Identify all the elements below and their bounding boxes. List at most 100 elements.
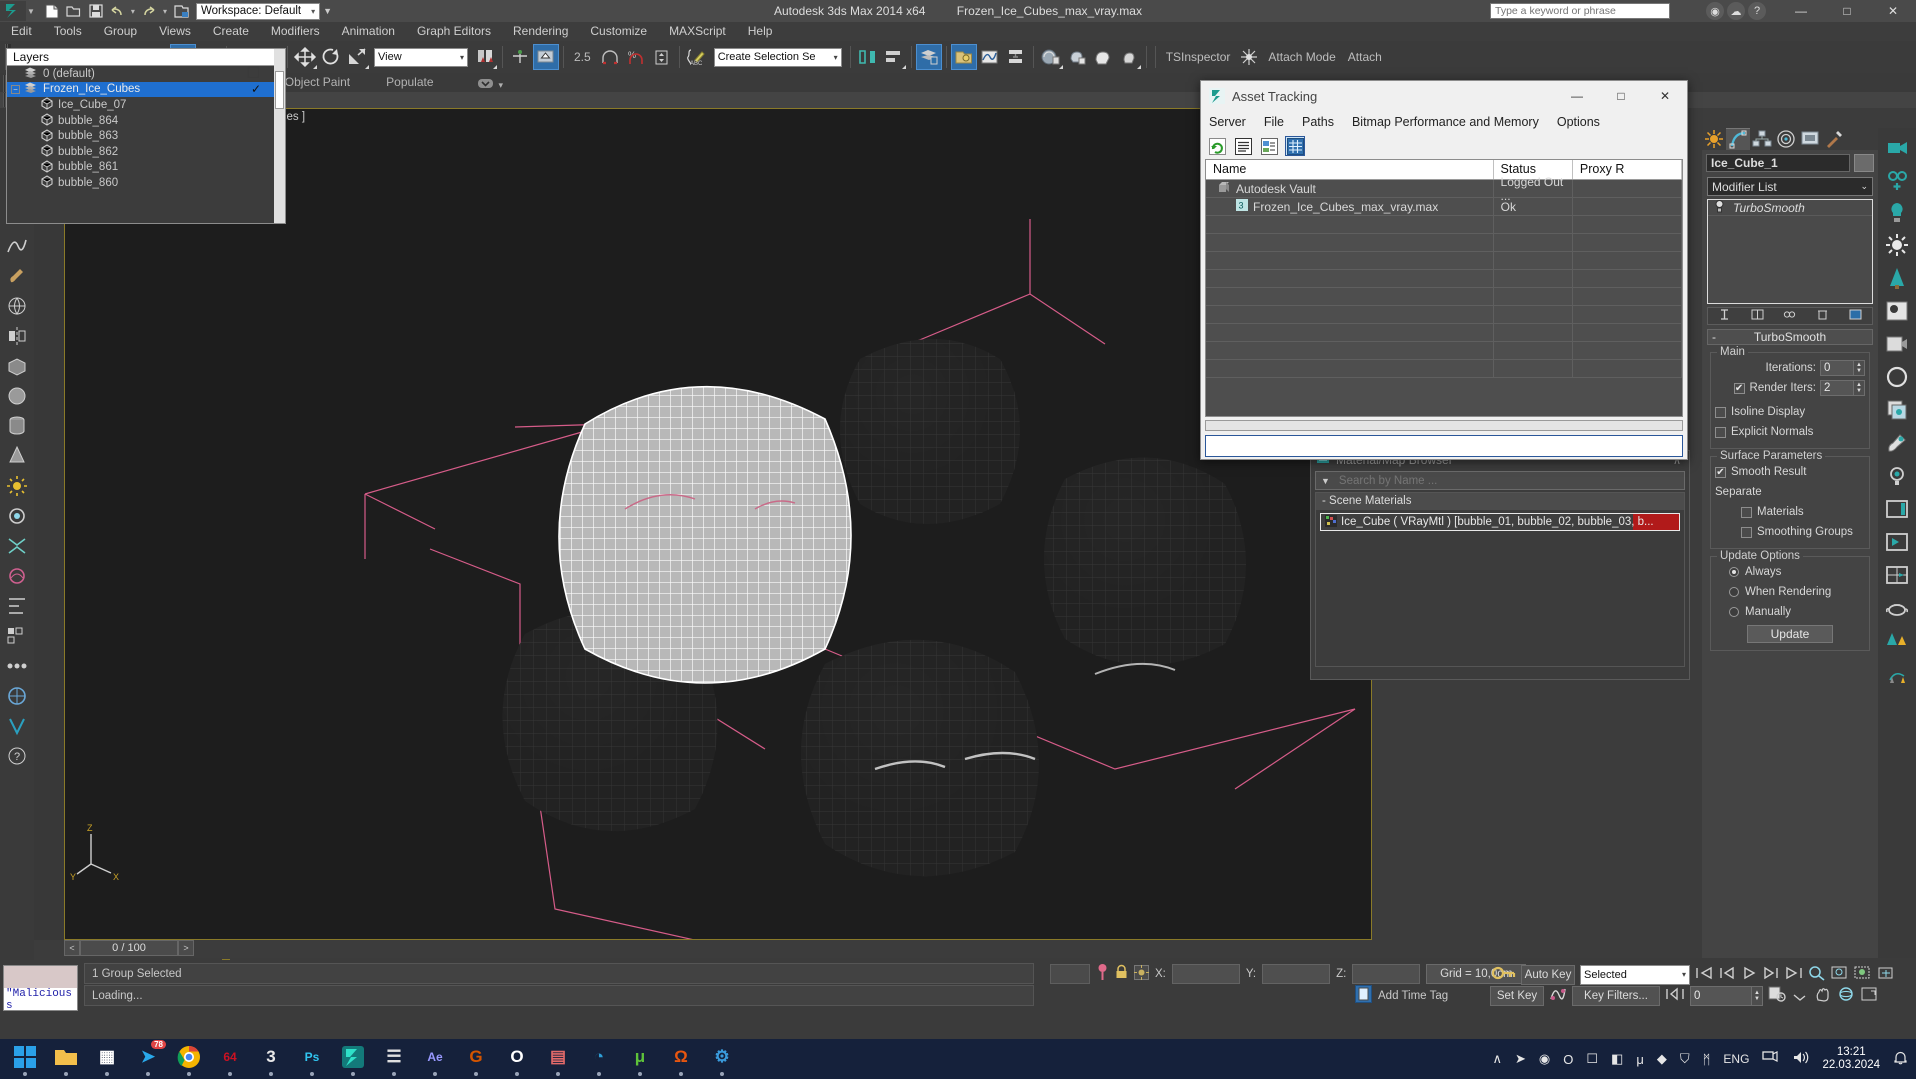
render-production-icon[interactable] — [1116, 44, 1142, 70]
office-icon[interactable]: ▦ — [92, 1042, 122, 1076]
scene-materials-group[interactable]: - Scene Materials — [1316, 493, 1684, 510]
refresh-icon[interactable] — [1207, 136, 1227, 156]
settings-icon[interactable]: ⚙ — [707, 1042, 737, 1076]
maximize-viewport-toggle-icon[interactable] — [1860, 986, 1878, 1005]
menu-item-tools[interactable]: Tools — [43, 22, 93, 41]
light-bulb-rail-icon[interactable] — [1882, 197, 1912, 227]
play-rail-icon[interactable] — [1882, 527, 1912, 557]
render-iters-arrows-icon[interactable]: ▲ ▼ — [1854, 380, 1865, 396]
layers-rail-icon[interactable] — [1882, 395, 1912, 425]
layer-row[interactable]: 0 (default) — [7, 66, 285, 82]
menu-item-help[interactable]: Help — [737, 22, 784, 41]
asset-row-empty[interactable] — [1206, 288, 1683, 306]
open-file-icon[interactable] — [64, 2, 84, 21]
array-icon[interactable] — [3, 622, 31, 650]
material-item-ice-cube[interactable]: Ice_Cube ( VRayMtl ) [bubble_01, bubble_… — [1320, 513, 1680, 531]
layer-row[interactable]: bubble_860 — [7, 175, 285, 191]
asset-row-empty[interactable] — [1206, 270, 1683, 288]
modifier-stack-item[interactable]: TurboSmooth — [1708, 199, 1872, 216]
photoshop-icon[interactable]: Ps — [297, 1042, 327, 1076]
redo-dropdown-icon[interactable]: ▾ — [163, 7, 167, 16]
next-frame-icon[interactable] — [1762, 966, 1780, 983]
attach-label[interactable]: Attach — [1342, 50, 1388, 64]
show-end-result-icon[interactable] — [1751, 308, 1764, 324]
utorrent-tray-icon[interactable]: μ — [1636, 1052, 1644, 1067]
select-and-scale-icon[interactable] — [344, 44, 370, 70]
gimp-icon[interactable]: G — [461, 1042, 491, 1076]
workspace-menu-icon[interactable]: ▼ — [323, 6, 332, 16]
x-field[interactable] — [1171, 963, 1240, 984]
isolate-selection-icon[interactable] — [1096, 963, 1109, 984]
tab-motion[interactable] — [1774, 128, 1798, 150]
undo-dropdown-icon[interactable]: ▾ — [131, 7, 135, 16]
material-editor-icon[interactable] — [1038, 44, 1064, 70]
show-hidden-icons[interactable]: ∧ — [1493, 1051, 1503, 1067]
menu-item-maxscript[interactable]: MAXScript — [658, 22, 737, 41]
layer-row[interactable]: bubble_864 — [7, 113, 285, 129]
tab-create[interactable] — [1702, 128, 1726, 150]
update-option-always[interactable]: Always — [1715, 563, 1865, 581]
iterations-arrows-icon[interactable]: ▲ ▼ — [1854, 360, 1865, 376]
asset-menu-file[interactable]: File — [1264, 115, 1284, 129]
align-tool-icon[interactable] — [3, 592, 31, 620]
curve-editor-icon[interactable] — [977, 44, 1003, 70]
notepad-icon[interactable]: ☰ — [379, 1042, 409, 1076]
asset-menu-options[interactable]: Options — [1557, 115, 1600, 129]
angle-snap-toggle-icon[interactable] — [597, 44, 623, 70]
quad-rail-icon[interactable] — [1882, 560, 1912, 590]
asset-row-empty[interactable] — [1206, 306, 1683, 324]
save-icon[interactable]: ▤ — [543, 1042, 573, 1076]
asset-menu-bitmap[interactable]: Bitmap Performance and Memory — [1352, 115, 1539, 129]
turbosmooth-rollout-header[interactable]: - TurboSmooth — [1707, 329, 1873, 345]
update-option-manually[interactable]: Manually — [1715, 603, 1865, 621]
time-next-button[interactable]: > — [178, 940, 194, 956]
asset-horizontal-scrollbar[interactable] — [1205, 420, 1683, 431]
helper-icon[interactable] — [3, 532, 31, 560]
zoom-extents-icon[interactable] — [1854, 965, 1872, 984]
layer-expander-icon[interactable]: − — [11, 84, 20, 94]
current-frame-spinner[interactable]: 0 ▲ ▼ — [1690, 985, 1763, 1006]
nvidia-tray-icon[interactable]: ◆ — [1657, 1051, 1667, 1067]
language-indicator[interactable]: ENG — [1723, 1052, 1749, 1066]
explicit-normals-checkbox[interactable] — [1715, 426, 1726, 438]
time-configuration-icon[interactable] — [1768, 985, 1786, 1006]
key-mode-step-icon[interactable] — [1665, 987, 1685, 1004]
select-and-move-icon[interactable] — [292, 44, 318, 70]
asset-minimize-button[interactable]: — — [1555, 81, 1599, 111]
menu-item-customize[interactable]: Customize — [579, 22, 658, 41]
asset-path-field[interactable] — [1205, 435, 1683, 457]
opera-tray-icon[interactable]: O — [1563, 1052, 1573, 1067]
time-current-frame[interactable]: 0 / 100 — [80, 940, 178, 956]
attach-mode-label[interactable]: Attach Mode — [1262, 50, 1341, 64]
key-mode-combo[interactable]: Selected ▾ — [1580, 964, 1690, 985]
opera-gx-icon[interactable]: Ω — [666, 1042, 696, 1076]
percent-snap-toggle-icon[interactable]: % — [623, 44, 649, 70]
help-tool-icon[interactable]: ? — [3, 742, 31, 770]
sphere-rail-icon[interactable] — [1882, 362, 1912, 392]
security-tray-icon[interactable]: ⛉ — [1680, 1051, 1690, 1067]
help-icon[interactable]: ? — [1748, 2, 1766, 20]
camera-rail-icon[interactable] — [1882, 131, 1912, 161]
pan-view-icon[interactable] — [1791, 986, 1809, 1005]
file-explorer-icon[interactable] — [51, 1042, 81, 1076]
key-filters-curve-icon[interactable] — [1549, 985, 1567, 1006]
update-option-when-rendering[interactable]: When Rendering — [1715, 583, 1865, 601]
ribbon-tab-populate[interactable]: Populate — [368, 73, 451, 92]
radio-indicator[interactable] — [1729, 567, 1739, 577]
layer-scroll-thumb[interactable] — [275, 71, 284, 109]
update-button[interactable]: Update — [1747, 625, 1833, 643]
orbit-icon[interactable] — [1837, 986, 1855, 1005]
radio-indicator[interactable] — [1729, 587, 1739, 597]
layer-vertical-scrollbar[interactable] — [274, 49, 285, 223]
asset-column-proxy-r[interactable]: Proxy R — [1573, 160, 1683, 179]
telegram-icon[interactable]: ➤ 78 — [133, 1040, 166, 1076]
asset-menu-paths[interactable]: Paths — [1302, 115, 1334, 129]
panel-rail-icon[interactable] — [1882, 494, 1912, 524]
status-misc-field[interactable] — [1050, 963, 1090, 984]
add-camera-rail-icon[interactable] — [1882, 164, 1912, 194]
tree-rail-icon[interactable] — [1882, 263, 1912, 293]
y-field[interactable] — [1262, 963, 1331, 984]
materials-checkbox[interactable] — [1741, 506, 1752, 518]
previous-frame-icon[interactable] — [1718, 966, 1736, 983]
pin-stack-icon[interactable] — [1718, 308, 1731, 324]
